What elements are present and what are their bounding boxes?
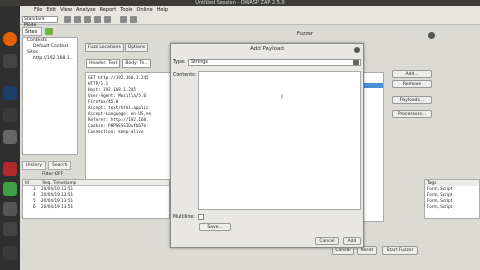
- menu-bar: File Edit View Analyse Report Tools Onli…: [20, 6, 480, 14]
- tab-options[interactable]: Options: [124, 43, 149, 52]
- settings-icon[interactable]: [3, 222, 17, 236]
- save-session-icon[interactable]: [84, 16, 91, 23]
- multiline-checkbox[interactable]: [198, 214, 204, 220]
- terminal-icon[interactable]: [3, 54, 17, 68]
- tab-fuzz-locations[interactable]: Fuzz Locations: [85, 43, 124, 52]
- menu-file[interactable]: File: [34, 7, 42, 13]
- table-row[interactable]: 6 20/04/19 13:51: [23, 204, 169, 210]
- zap-window: File Edit View Analyse Report Tools Onli…: [20, 6, 480, 270]
- menu-help[interactable]: Help: [157, 7, 168, 13]
- add-payload-button[interactable]: Add: [343, 237, 361, 245]
- request-line: Connection: keep-alive: [88, 129, 144, 134]
- burp-icon[interactable]: [3, 130, 17, 144]
- zap-icon[interactable]: [3, 202, 17, 216]
- close-icon[interactable]: [428, 32, 435, 39]
- add-icon[interactable]: [45, 28, 53, 35]
- options-icon[interactable]: [104, 16, 111, 23]
- menu-online[interactable]: Online: [137, 7, 153, 13]
- tags-column: Tags Form, Script Form, Script Form, Scr…: [424, 179, 480, 219]
- tab-body[interactable]: Body: Te...: [122, 59, 152, 68]
- app-icon[interactable]: [3, 182, 17, 196]
- apps-grid-icon[interactable]: [3, 246, 17, 260]
- close-icon[interactable]: [354, 47, 360, 53]
- open-session-icon[interactable]: [74, 16, 81, 23]
- selected-row[interactable]: [361, 83, 383, 88]
- dialog-title: Add Payload: [250, 46, 284, 52]
- toolbar: Standard Mode: [20, 14, 480, 28]
- faraday-icon[interactable]: [3, 162, 17, 176]
- type-select[interactable]: Strings: [188, 59, 361, 66]
- save-button[interactable]: Save...: [199, 223, 231, 231]
- type-value: Strings: [191, 60, 208, 65]
- menu-analyse[interactable]: Analyse: [76, 7, 96, 13]
- armitage-icon[interactable]: [3, 108, 17, 122]
- menu-view[interactable]: View: [60, 7, 72, 13]
- snapshot-icon[interactable]: [94, 16, 101, 23]
- new-session-icon[interactable]: [64, 16, 71, 23]
- start-fuzzer-button[interactable]: Start Fuzzer: [382, 246, 418, 255]
- tag-cell: Form, Script: [427, 204, 453, 209]
- processors-button[interactable]: Processors...: [392, 110, 432, 118]
- desktop: Untitled Session - OWASP ZAP 2.5.0 File …: [0, 0, 480, 270]
- remove-button[interactable]: Remove: [392, 80, 432, 88]
- firefox-icon[interactable]: [3, 32, 17, 46]
- sites-tree: Contexts Default Context Sites http://19…: [22, 37, 78, 155]
- payloads-button[interactable]: Payloads...: [392, 96, 432, 104]
- request-subtabs: Header: Text Body: Te...: [86, 59, 152, 68]
- fuzzer-title: Fuzzer: [170, 30, 440, 39]
- chevron-down-icon: [353, 60, 359, 65]
- menu-report[interactable]: Report: [100, 7, 117, 13]
- menu-edit[interactable]: Edit: [46, 7, 56, 13]
- request-editor[interactable]: GET http://192.168.1.245 HTTP/1.1 Host: …: [85, 72, 175, 182]
- column-timestamp[interactable]: Req. Timestamp: [42, 180, 76, 185]
- type-label: Type:: [173, 60, 186, 65]
- tab-search[interactable]: Search: [48, 161, 72, 170]
- mode-select[interactable]: Standard Mode: [22, 16, 58, 28]
- menu-tools[interactable]: Tools: [120, 7, 132, 13]
- text-cursor-icon: I: [281, 94, 283, 101]
- fuzzer-tabs: Fuzz Locations Options: [85, 43, 149, 52]
- tree-item[interactable]: http://192.168.1...: [23, 56, 77, 62]
- tab-header[interactable]: Header: Text: [86, 59, 121, 68]
- toolbar-icon[interactable]: [120, 16, 127, 23]
- sites-tab[interactable]: Sites: [22, 27, 42, 36]
- contents-label: Contents:: [173, 73, 197, 78]
- launcher: [0, 6, 20, 270]
- contents-textarea[interactable]: I: [198, 71, 361, 210]
- multiline-label: Multiline:: [173, 215, 195, 220]
- add-payload-dialog: Add Payload Type: Strings Contents: I Mu…: [170, 43, 364, 248]
- history-filter[interactable]: Filter:OFF: [42, 172, 63, 177]
- history-tabs: History Search: [22, 161, 72, 170]
- toolbar-icon[interactable]: [130, 16, 137, 23]
- history-table: Id Req. Timestamp 3 20/04/19 13:51 4 20/04…: [22, 179, 170, 219]
- tab-history[interactable]: History: [22, 161, 47, 170]
- metasploit-icon[interactable]: [3, 86, 17, 100]
- add-button[interactable]: Add...: [392, 70, 432, 78]
- cancel-button[interactable]: Cancel: [315, 237, 339, 245]
